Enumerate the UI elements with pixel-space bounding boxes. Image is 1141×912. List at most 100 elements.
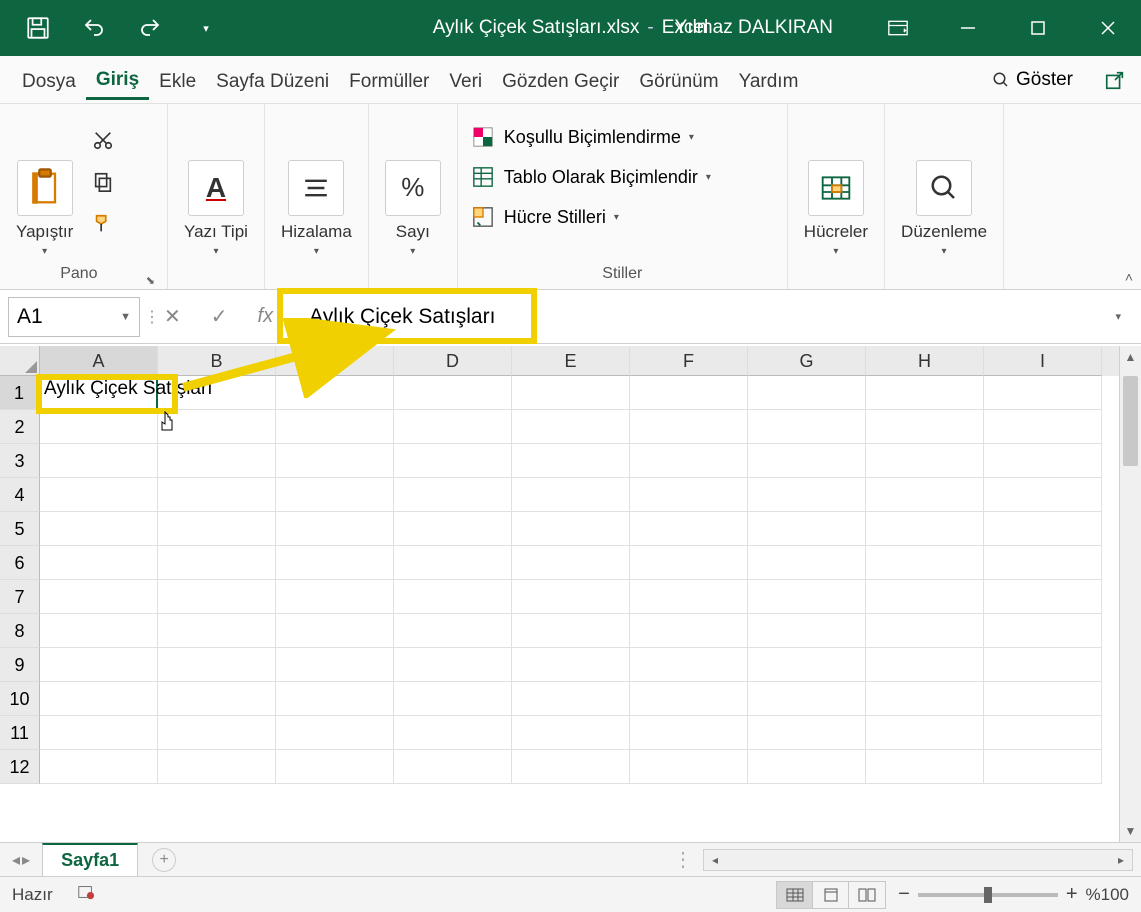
cell-D1[interactable] [394,376,512,410]
row-header-12[interactable]: 12 [0,750,40,784]
editing-button[interactable]: Düzenleme ▾ [897,118,991,260]
cell-A2[interactable] [40,410,158,444]
worksheet-grid[interactable]: A B C D E F G H I 123456789101112 Aylık … [0,346,1119,842]
cell-E12[interactable] [512,750,630,784]
cell-E6[interactable] [512,546,630,580]
cell-F6[interactable] [630,546,748,580]
cell-G3[interactable] [748,444,866,478]
cell-D8[interactable] [394,614,512,648]
cell-B10[interactable] [158,682,276,716]
fx-icon[interactable]: fx [258,305,274,328]
alignment-button[interactable]: Hizalama ▾ [277,118,356,260]
cell-F2[interactable] [630,410,748,444]
cell-F7[interactable] [630,580,748,614]
tab-gozden-gecir[interactable]: Gözden Geçir [492,61,629,99]
save-icon[interactable] [24,14,52,42]
tell-me-button[interactable]: Göster [992,69,1073,91]
column-header-I[interactable]: I [984,346,1102,376]
horizontal-scrollbar[interactable]: ◂ ▸ [703,849,1133,871]
cell-C8[interactable] [276,614,394,648]
normal-view-button[interactable] [777,882,813,908]
row-header-9[interactable]: 9 [0,648,40,682]
cell-A9[interactable] [40,648,158,682]
maximize-button[interactable] [1013,0,1063,56]
tab-yardim[interactable]: Yardım [729,61,809,99]
cell-E11[interactable] [512,716,630,750]
cell-B12[interactable] [158,750,276,784]
cut-icon[interactable] [87,124,119,156]
cell-A8[interactable] [40,614,158,648]
column-header-D[interactable]: D [394,346,512,376]
row-header-1[interactable]: 1 [0,376,40,410]
cell-B9[interactable] [158,648,276,682]
cell-H8[interactable] [866,614,984,648]
cell-C11[interactable] [276,716,394,750]
cell-E2[interactable] [512,410,630,444]
redo-icon[interactable] [136,14,164,42]
zoom-slider[interactable] [918,893,1058,897]
cell-G12[interactable] [748,750,866,784]
cell-I9[interactable] [984,648,1102,682]
cell-B4[interactable] [158,478,276,512]
cancel-icon[interactable]: ✕ [164,304,181,329]
cell-H2[interactable] [866,410,984,444]
cell-A6[interactable] [40,546,158,580]
cell-H3[interactable] [866,444,984,478]
new-sheet-button[interactable]: + [152,848,176,872]
zoom-out-button[interactable]: − [898,883,910,906]
ribbon-display-icon[interactable] [873,0,923,56]
cell-A3[interactable] [40,444,158,478]
tab-gorunum[interactable]: Görünüm [629,61,728,99]
cell-I4[interactable] [984,478,1102,512]
row-header-4[interactable]: 4 [0,478,40,512]
cell-G7[interactable] [748,580,866,614]
cell-G9[interactable] [748,648,866,682]
cells-button[interactable]: Hücreler ▾ [800,118,872,260]
cell-E4[interactable] [512,478,630,512]
zoom-level[interactable]: %100 [1086,885,1129,905]
cell-H5[interactable] [866,512,984,546]
name-box-dropdown-icon[interactable]: ▼ [120,311,131,323]
cell-E9[interactable] [512,648,630,682]
enter-icon[interactable]: ✓ [211,304,228,329]
cell-F9[interactable] [630,648,748,682]
cell-I6[interactable] [984,546,1102,580]
font-button[interactable]: A Yazı Tipi ▾ [180,118,252,260]
cell-H6[interactable] [866,546,984,580]
qat-dropdown-icon[interactable]: ▾ [192,14,220,42]
cell-C10[interactable] [276,682,394,716]
close-button[interactable] [1083,0,1133,56]
cell-C7[interactable] [276,580,394,614]
cell-I12[interactable] [984,750,1102,784]
cell-A4[interactable] [40,478,158,512]
cell-E8[interactable] [512,614,630,648]
page-break-view-button[interactable] [849,882,885,908]
cell-C3[interactable] [276,444,394,478]
cell-C12[interactable] [276,750,394,784]
sheet-prev-icon[interactable]: ◂ [12,850,20,870]
minimize-button[interactable] [943,0,993,56]
column-header-B[interactable]: B [158,346,276,376]
cell-I11[interactable] [984,716,1102,750]
cell-H7[interactable] [866,580,984,614]
cell-A7[interactable] [40,580,158,614]
sheet-next-icon[interactable]: ▸ [22,850,30,870]
cell-C6[interactable] [276,546,394,580]
zoom-in-button[interactable]: + [1066,883,1078,906]
column-header-A[interactable]: A [40,346,158,376]
row-header-3[interactable]: 3 [0,444,40,478]
cell-D4[interactable] [394,478,512,512]
cell-H9[interactable] [866,648,984,682]
cell-I1[interactable] [984,376,1102,410]
cell-styles-button[interactable]: Hücre Stilleri ▾ [470,204,711,230]
cell-B3[interactable] [158,444,276,478]
column-header-F[interactable]: F [630,346,748,376]
cell-D2[interactable] [394,410,512,444]
row-header-6[interactable]: 6 [0,546,40,580]
undo-icon[interactable] [80,14,108,42]
scroll-down-icon[interactable]: ▼ [1120,820,1141,842]
cell-C1[interactable] [276,376,394,410]
cell-D6[interactable] [394,546,512,580]
cell-E3[interactable] [512,444,630,478]
column-header-E[interactable]: E [512,346,630,376]
